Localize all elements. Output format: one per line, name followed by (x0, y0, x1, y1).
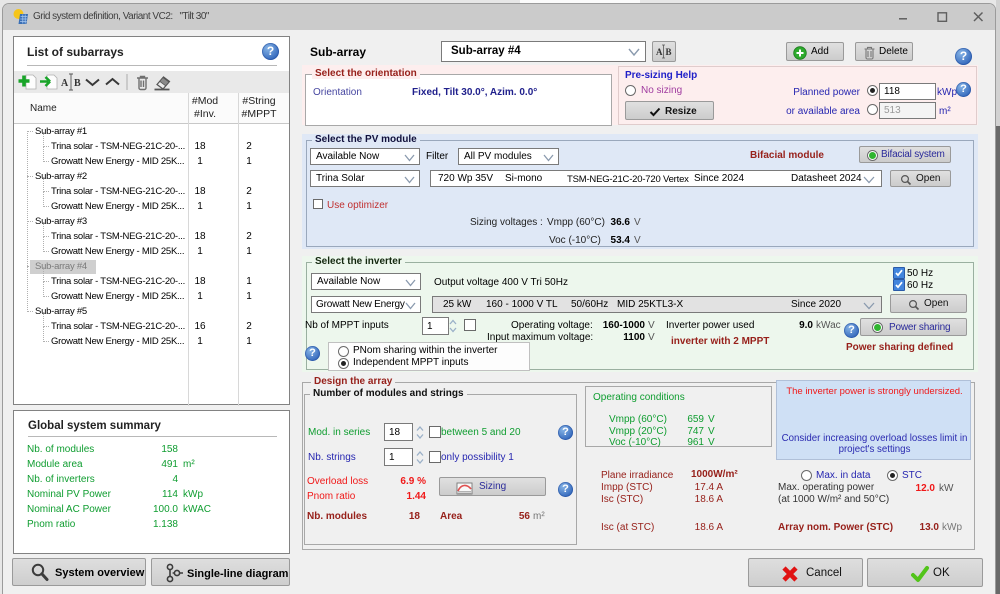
svg-text:A: A (656, 47, 663, 57)
svg-text:B: B (74, 78, 81, 89)
svg-text:A: A (61, 78, 69, 89)
svg-text:B: B (666, 47, 672, 57)
